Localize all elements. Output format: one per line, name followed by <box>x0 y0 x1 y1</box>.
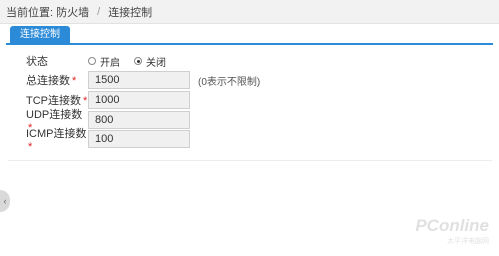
udp-connections-label-text: UDP连接数 <box>26 109 83 121</box>
status-disable-label[interactable]: 关闭 <box>146 54 166 69</box>
total-connections-input[interactable] <box>88 71 190 89</box>
collapse-handle[interactable]: ‹ <box>0 190 10 212</box>
status-disable-radio[interactable] <box>134 57 142 65</box>
watermark-sub: 太平洋电脑网 <box>447 238 489 245</box>
breadcrumb-current-location: 当前位置: 防火墙 <box>6 6 90 19</box>
watermark: PConline 太平洋电脑网 <box>415 216 489 246</box>
total-connections-row: 总连接数* (0表示不限制) <box>26 70 260 90</box>
status-label: 状态 <box>26 56 48 68</box>
status-enable-radio[interactable] <box>88 57 96 65</box>
status-radio-group: 开启 关闭 <box>88 54 180 69</box>
icmp-connections-label: ICMP连接数* <box>26 125 88 153</box>
icmp-connections-row: ICMP连接数* <box>26 128 190 153</box>
chevron-left-icon: ‹ <box>3 196 7 206</box>
required-mark: * <box>28 141 33 153</box>
icmp-connections-label-text: ICMP连接数 <box>26 128 87 140</box>
status-enable-label[interactable]: 开启 <box>100 54 120 69</box>
tcp-connections-input[interactable] <box>88 91 190 109</box>
breadcrumb-separator: / <box>97 5 101 18</box>
breadcrumb: 当前位置: 防火墙 / 连接控制 <box>0 0 499 24</box>
watermark-brand: PConline <box>415 216 489 235</box>
divider <box>8 160 492 161</box>
total-connections-label: 总连接数 * <box>26 72 88 88</box>
required-mark: * <box>72 75 77 87</box>
icmp-connections-input[interactable] <box>88 130 190 148</box>
tab-strip: 连接控制 <box>6 26 493 45</box>
tab-connection-control[interactable]: 连接控制 <box>10 26 70 43</box>
status-row: 状态 开启 关闭 <box>26 51 180 71</box>
total-connections-hint: (0表示不限制) <box>198 76 261 88</box>
udp-connections-input[interactable] <box>88 111 190 129</box>
breadcrumb-page[interactable]: 连接控制 <box>108 4 152 20</box>
total-connections-label-text: 总连接数 <box>26 75 70 87</box>
